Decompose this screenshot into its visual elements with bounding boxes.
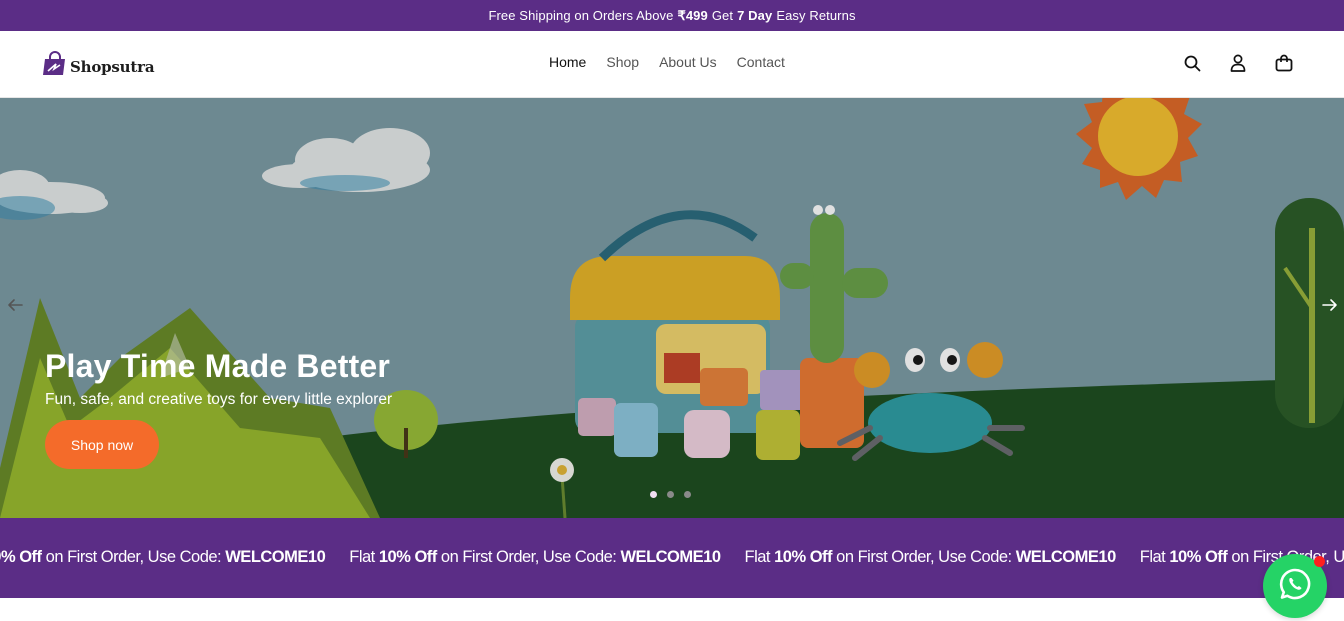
marquee-track: Flat 10% Off on First Order, Use Code: W… — [0, 548, 1344, 567]
carousel-next-arrow-icon[interactable] — [1320, 297, 1340, 313]
announcement-days: 7 Day — [737, 8, 773, 23]
marquee-item: Flat 10% Off on First Order, Use Code: W… — [744, 548, 1117, 566]
promo-marquee: Flat 10% Off on First Order, Use Code: W… — [0, 518, 1344, 598]
shop-now-button[interactable]: Shop now — [45, 420, 159, 469]
marquee-item: Flat 10% Off on First Order, Use Code: W… — [0, 548, 326, 566]
carousel-pagination — [650, 491, 691, 498]
nav-item-shop[interactable]: Shop — [606, 54, 639, 70]
whatsapp-chat-button[interactable] — [1263, 554, 1327, 618]
brand-logo[interactable]: Shopsutra — [42, 47, 155, 81]
account-icon[interactable] — [1228, 52, 1248, 74]
hero-illustration — [0, 98, 1344, 518]
whatsapp-icon — [1278, 567, 1312, 606]
carousel-dot-3[interactable] — [684, 491, 691, 498]
search-icon[interactable] — [1182, 52, 1202, 74]
announcement-text-post: Easy Returns — [776, 8, 856, 23]
hero-title: Play Time Made Better — [45, 348, 391, 384]
main-nav: Home Shop About Us Contact — [549, 54, 785, 70]
carousel-prev-arrow-icon[interactable] — [6, 297, 26, 313]
nav-item-home[interactable]: Home — [549, 54, 586, 70]
carousel-dot-1[interactable] — [650, 491, 657, 498]
site-header: Shopsutra Home Shop About Us Contact — [0, 31, 1344, 98]
brand-name: Shopsutra — [70, 58, 155, 76]
cart-icon[interactable] — [1274, 52, 1294, 74]
announcement-text-pre: Free Shipping on Orders Above — [488, 8, 674, 23]
hero-banner: Play Time Made Better Fun, safe, and cre… — [0, 98, 1344, 518]
announcement-text-mid: Get — [711, 8, 734, 23]
nav-item-about-us[interactable]: About Us — [659, 54, 717, 70]
shopping-bag-logo-icon — [42, 51, 68, 77]
marquee-item: Flat 10% Off on First Order, Use Code: W… — [349, 548, 721, 566]
notification-dot — [1314, 556, 1325, 567]
nav-item-contact[interactable]: Contact — [737, 54, 785, 70]
carousel-dot-2[interactable] — [667, 491, 674, 498]
header-actions — [1182, 52, 1294, 74]
announcement-amount: ₹499 — [677, 7, 708, 23]
announcement-bar: Free Shipping on Orders Above ₹499 Get 7… — [0, 0, 1344, 31]
hero-subtitle: Fun, safe, and creative toys for every l… — [45, 391, 393, 408]
